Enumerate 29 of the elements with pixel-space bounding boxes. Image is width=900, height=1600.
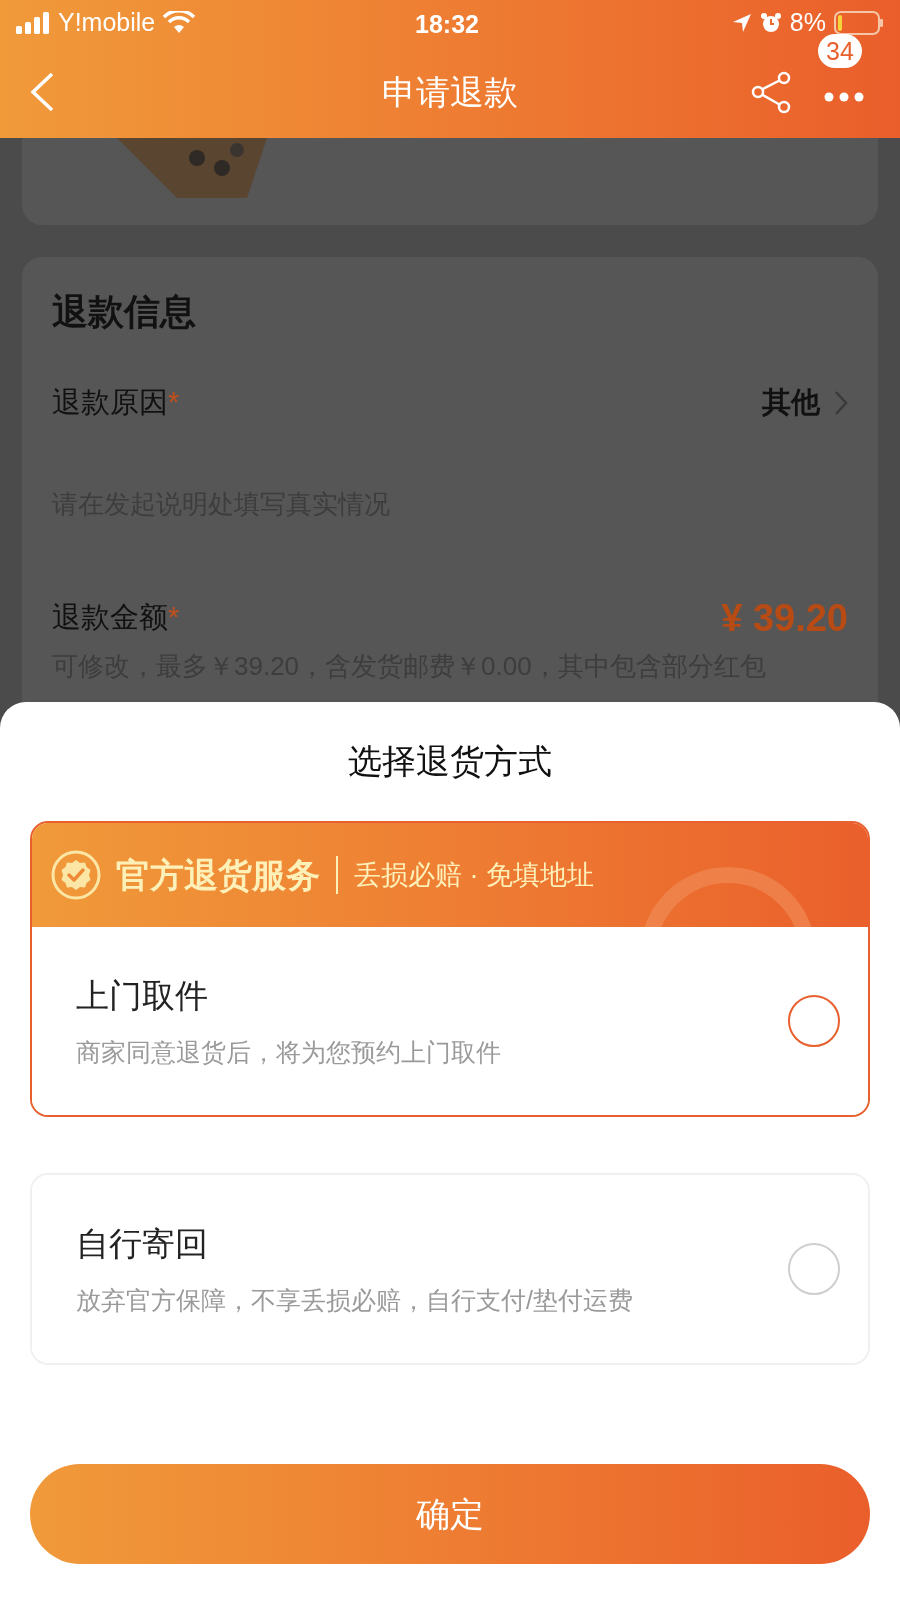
- field-label: 退款金额*: [52, 600, 180, 636]
- badge-check-icon: [50, 849, 102, 901]
- option-title: 上门取件: [76, 975, 209, 1016]
- wifi-icon: [163, 11, 196, 35]
- return-option-card[interactable]: 自行寄回 放弃官方保障，不享丢损必赔，自行支付/垫付运费: [30, 1173, 870, 1365]
- sheet-title: 选择退货方式: [347, 741, 553, 782]
- notification-badge: 34: [818, 34, 862, 68]
- page-title: 申请退款: [382, 71, 518, 113]
- reason-value[interactable]: 其他: [762, 381, 820, 425]
- more-icon[interactable]: [824, 92, 864, 102]
- back-icon[interactable]: [28, 71, 56, 113]
- location-arrow-icon: [731, 13, 752, 33]
- alarm-icon: [759, 12, 782, 34]
- clock-time: 18:32: [415, 9, 479, 40]
- banner-title: 官方退货服务: [116, 854, 320, 896]
- signal-icon: [16, 12, 52, 34]
- option-description: 放弃官方保障，不享丢损必赔，自行支付/垫付运费: [76, 1285, 634, 1316]
- refund-amount[interactable]: ¥ 39.20: [721, 589, 848, 647]
- section-title: 退款信息: [52, 290, 197, 334]
- option-description: 商家同意退货后，将为您预约上门取件: [76, 1037, 502, 1068]
- return-option-card[interactable]: 官方退货服务 丢损必赔 · 免填地址 上门取件 商家同意退货后，将为您预约上门取件: [30, 821, 870, 1117]
- radio-button[interactable]: [788, 1243, 840, 1295]
- banner-tagline: 丢损必赔 · 免填地址: [354, 858, 594, 892]
- confirm-button[interactable]: 确定: [30, 1464, 870, 1564]
- battery-icon: [834, 11, 884, 35]
- radio-button[interactable]: [788, 995, 840, 1047]
- carrier-name: Y!mobile: [58, 7, 156, 39]
- option-title: 自行寄回: [76, 1223, 209, 1264]
- field-label: 退款原因*: [52, 385, 180, 420]
